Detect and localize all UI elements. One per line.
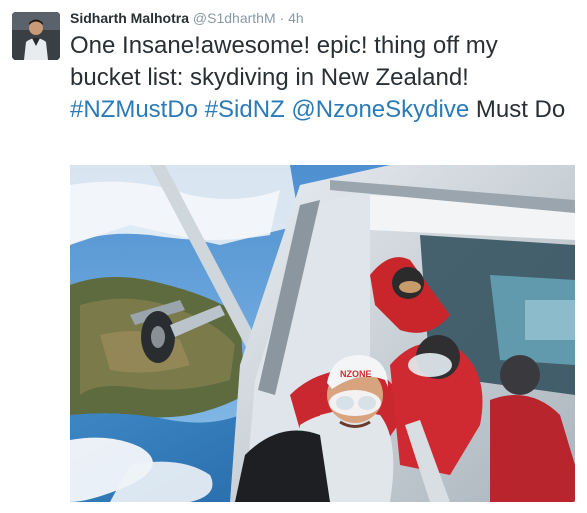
tweet-header: Sidharth Malhotra @S1dharthM · 4h <box>70 10 304 26</box>
tweet-photo[interactable]: NZONE <box>70 165 575 502</box>
author-name[interactable]: Sidharth Malhotra <box>70 10 189 26</box>
hashtag-nzmustdo[interactable]: #NZMustDo <box>70 96 198 123</box>
mention-nzoneskydive[interactable]: @NzoneSkydive <box>291 96 469 123</box>
tweet-card: Sidharth Malhotra @S1dharthM · 4h One In… <box>0 0 587 513</box>
helmet-logo: NZONE <box>340 369 372 379</box>
tweet-text-tail: Must Do <box>469 96 566 123</box>
avatar-image <box>12 12 60 60</box>
skydiving-photo: NZONE <box>70 165 575 502</box>
tweet-text-body: One Insane!awesome! epic! thing off my b… <box>70 32 498 91</box>
hashtag-sidnz[interactable]: #SidNZ <box>205 96 285 123</box>
author-handle[interactable]: @S1dharthM <box>193 10 276 26</box>
header-separator: · <box>279 10 285 26</box>
avatar[interactable] <box>12 12 60 60</box>
tweet-text: One Insane!awesome! epic! thing off my b… <box>70 30 570 126</box>
tweet-timestamp[interactable]: 4h <box>288 10 304 26</box>
